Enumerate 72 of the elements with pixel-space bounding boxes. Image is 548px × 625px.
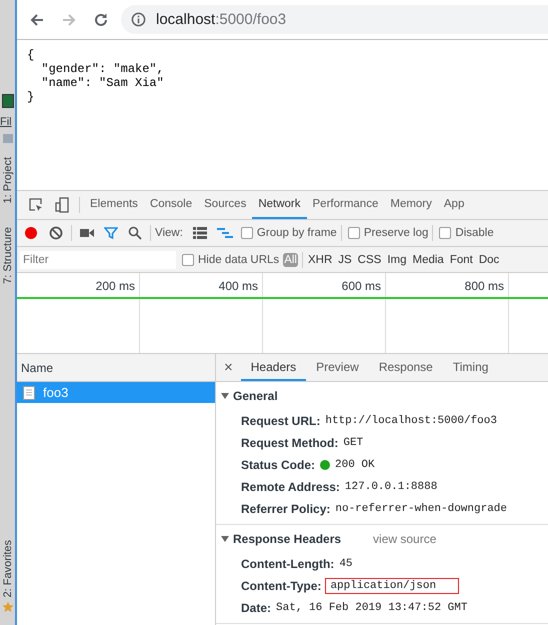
device-icon[interactable] — [54, 197, 70, 213]
header-name: Referrer Policy: — [241, 502, 330, 516]
search-icon[interactable] — [128, 226, 142, 240]
json-text: { "gender": "make", "name": "Sam Xia" } — [26, 47, 165, 106]
type-filter-button[interactable]: Font — [448, 252, 474, 266]
inspect-icon[interactable] — [28, 197, 44, 213]
menu-item[interactable]: Fil — [0, 116, 15, 128]
document-icon — [23, 386, 35, 400]
disclosure-triangle-icon[interactable] — [221, 536, 229, 542]
disclosure-triangle-icon[interactable] — [221, 393, 229, 399]
header-value: application/json — [326, 579, 458, 593]
devtools-tab[interactable]: Sources — [198, 191, 252, 219]
forward-arrow-icon — [61, 12, 77, 28]
detail-tab[interactable]: Headers — [240, 354, 306, 381]
header-name: Request URL: — [241, 414, 320, 428]
section-title[interactable]: General — [233, 389, 278, 403]
record-button[interactable] — [25, 227, 37, 239]
header-value: 45 — [339, 558, 353, 570]
tool-window-tab[interactable]: 1: Project — [2, 157, 14, 204]
checkbox[interactable]: Disable — [439, 227, 494, 239]
filter-field[interactable]: Filter — [20, 250, 176, 268]
header-name: Status Code: — [241, 458, 316, 472]
tick-label: 800 ms — [464, 279, 504, 293]
column-header[interactable]: Name — [17, 354, 215, 382]
list-view-icon[interactable] — [192, 227, 207, 239]
address-bar[interactable]: localhost:5000/foo3 — [121, 5, 548, 34]
header-value: 200 OK — [335, 459, 375, 471]
checkbox[interactable]: Preserve log — [348, 227, 428, 239]
type-filter-button[interactable]: JS — [337, 252, 353, 266]
detail-tab[interactable]: Preview — [306, 354, 369, 381]
close-button[interactable]: × — [216, 359, 241, 376]
header-value: no-referrer-when-downgrade — [335, 503, 508, 515]
tick-label: 200 ms — [96, 279, 135, 293]
tool-window-tab[interactable]: 2: Favorites — [2, 540, 14, 597]
tick-label: 600 ms — [342, 279, 381, 293]
star-icon[interactable] — [2, 601, 14, 613]
devtools-tab[interactable]: Performance — [306, 191, 384, 219]
camera-icon[interactable] — [80, 228, 94, 238]
clear-icon[interactable] — [49, 226, 63, 240]
header-name: Remote Address: — [241, 480, 340, 494]
header-value: http://localhost:5000/foo3 — [325, 415, 497, 427]
devtools-tab[interactable]: Elements — [84, 191, 144, 219]
back-arrow-icon — [29, 12, 45, 28]
detail-tab[interactable]: Timing — [442, 354, 498, 381]
type-filter-button[interactable]: XHR — [306, 252, 334, 266]
checkbox[interactable]: Hide data URLs — [182, 254, 280, 266]
header-name: Request Method: — [241, 436, 338, 450]
type-filter-button[interactable]: Media — [412, 252, 445, 266]
header-name: Date: — [241, 601, 272, 615]
header-name: Content-Type: — [241, 579, 322, 593]
app-logo-icon[interactable] — [2, 94, 14, 108]
reload-icon — [93, 12, 109, 28]
filter-icon[interactable] — [104, 226, 118, 240]
header-value: 127.0.0.1:8888 — [344, 481, 438, 493]
checkbox[interactable]: Group by frame — [240, 227, 337, 239]
tick-label: 400 ms — [218, 279, 258, 293]
type-filter-button[interactable]: Img — [386, 252, 408, 266]
view-label: View: — [155, 227, 183, 239]
devtools-tab[interactable]: App — [438, 191, 470, 219]
detail-tab[interactable]: Response — [368, 354, 443, 381]
section-title[interactable]: Response Headers — [233, 532, 342, 546]
header-value: Sat, 16 Feb 2019 13:47:52 GMT — [276, 602, 468, 614]
header-value: GET — [343, 437, 364, 449]
view-source-link[interactable]: view source — [373, 532, 436, 546]
tool-window-tab[interactable]: 7: Structure — [2, 227, 14, 284]
type-filter-button[interactable]: CSS — [356, 252, 382, 266]
devtools-tab[interactable]: Memory — [384, 191, 438, 219]
waterfall-icon[interactable] — [216, 227, 233, 239]
devtools-tab[interactable]: Console — [144, 191, 198, 219]
header-name: Content-Length: — [241, 557, 334, 571]
type-filter-button[interactable]: Doc — [478, 252, 500, 266]
request-name: foo3 — [43, 385, 68, 400]
